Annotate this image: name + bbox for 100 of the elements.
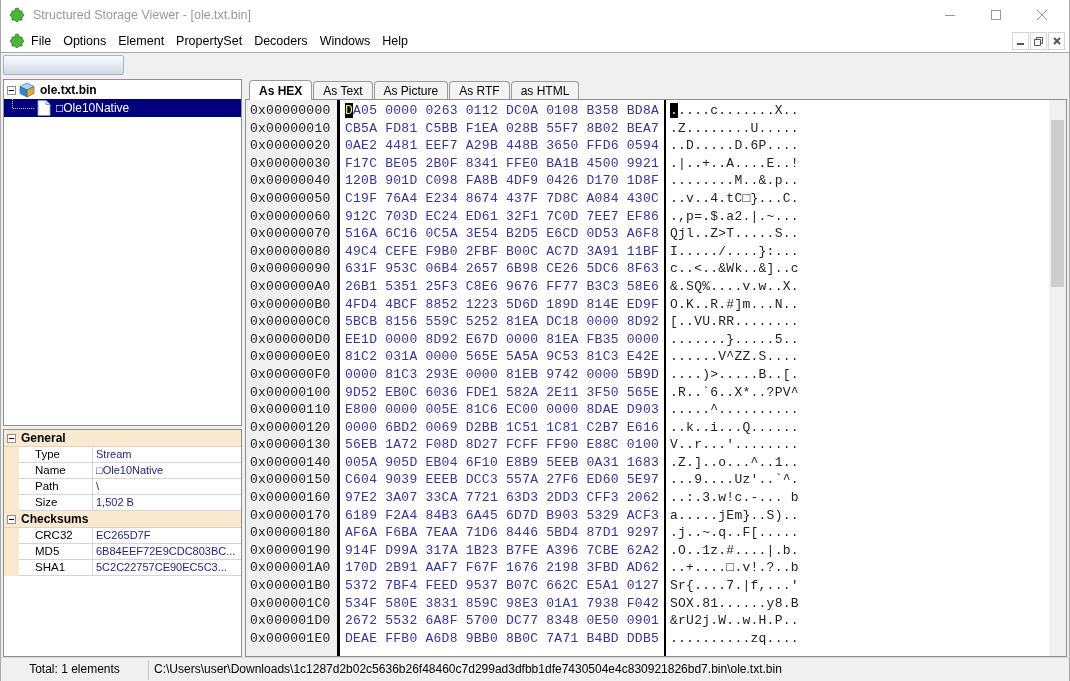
offset-label: 0x00000120 [250, 418, 331, 437]
offset-label: 0x000001A0 [250, 559, 331, 578]
ascii-text: .,p=.$.a2.|.~... [670, 207, 799, 226]
hex-bytes: 120B 901D C098 FA8B 4DF9 0426 D170 1D8F [345, 172, 659, 190]
offset-label: 0x00000080 [250, 242, 331, 261]
hex-bytes: 912C 703D EC24 ED61 32F1 7C0D 7EE7 EF86 [345, 207, 659, 226]
ascii-text: [..VU.RR........ [670, 313, 799, 331]
tab[interactable]: As Text [313, 81, 373, 99]
hex-bytes: 5BCB 8156 559C 5252 81EA DC18 0000 8D92 [345, 313, 659, 331]
ascii-text: ..........zq.... [670, 629, 799, 648]
tab[interactable]: As RTF [449, 81, 510, 99]
hex-bytes: 0AE2 4481 EEF7 A29B 448B 3650 FFD6 0594 [345, 137, 659, 155]
hex-bytes: 81C2 031A 0000 565E 5A5A 9C53 81C3 E42E [345, 348, 659, 366]
ascii-text: .|..+..A....E..! [670, 154, 799, 173]
child-restore-button[interactable] [1030, 32, 1047, 50]
menu-item[interactable]: Element [112, 31, 171, 51]
ascii-text: ..k..i...Q...... [670, 418, 799, 437]
offset-label: 0x00000060 [250, 207, 331, 226]
ascii-text: .Z........U..... [670, 119, 799, 138]
ascii-text: c..<..&Wk..&]..c [670, 260, 799, 278]
collapse-icon[interactable] [7, 514, 16, 524]
status-text: Total: 1 elements [29, 662, 120, 677]
ascii-text: ..:.3.w!c.-... b [670, 489, 799, 507]
tab[interactable]: As Picture [373, 81, 449, 99]
offset-label: 0x000000E0 [250, 348, 331, 366]
toolbar-field[interactable] [3, 55, 124, 75]
property-name: SHA1 [19, 560, 93, 576]
hex-bytes: 4FD4 4BCF 8852 1223 5D6D 189D 814E ED9F [345, 295, 659, 314]
restore-icon [1034, 36, 1043, 46]
hex-bytes: 0000 6BD2 0069 D2BB 1C51 1C81 C2B7 E616 [345, 418, 659, 437]
ascii-text: .......}.....5.. [670, 330, 799, 349]
offset-label: 0x000000C0 [250, 313, 331, 331]
offset-label: 0x00000140 [250, 453, 331, 472]
offset-label: 0x00000010 [250, 119, 331, 138]
offset-label: 0x00000090 [250, 260, 331, 278]
ascii-text: .R..`6..X*..?PV^ [670, 383, 799, 402]
hex-bytes: CB5A FD81 C5BB F1EA 028B 55F7 8B02 BEA7 [345, 119, 659, 138]
child-minimize-button[interactable] [1012, 32, 1029, 50]
hex-bytes: 26B1 5351 25F3 C8E6 9676 FF77 B3C3 58E6 [345, 277, 659, 296]
ascii-text: ........M..&.p.. [670, 172, 799, 190]
maximize-icon [991, 10, 1001, 20]
offset-label: 0x00000150 [250, 471, 331, 490]
status-path: C:\Users\user\Downloads\1c1287d2b02c5636b26f48460c7d299ad3dfbb1dfe7430504e4c830921826bd7.bin\ole.txt.bin [154, 662, 782, 677]
offset-label: 0x00000030 [250, 154, 331, 173]
offset-label: 0x000000F0 [250, 365, 331, 384]
offset-label: 0x000001C0 [250, 594, 331, 613]
connector-icon [12, 99, 34, 109]
collapse-icon[interactable] [7, 85, 16, 95]
category-header[interactable]: General [4, 430, 241, 447]
offset-label: 0x00000100 [250, 383, 331, 402]
menu-item[interactable]: Decoders [248, 31, 314, 51]
ascii-text: ......V^ZZ.S.... [670, 348, 799, 366]
ascii-text: .O..1z.#....|.b. [670, 541, 799, 560]
hex-bytes: 534F 580E 3831 859C 98E3 01A1 7938 F042 [345, 594, 659, 613]
hex-bytes: 56EB 1A72 F08D 8D27 FCFF FF90 E88C 0100 [345, 436, 659, 454]
hex-bytes: AF6A F6BA 7EAA 71D6 8446 5BD4 87D1 9297 [345, 524, 659, 542]
cube-icon [19, 82, 35, 98]
collapse-icon[interactable] [7, 433, 16, 443]
child-close-button[interactable] [1048, 32, 1065, 50]
menu-item[interactable]: Windows [313, 31, 377, 51]
hex-bytes: C19F 76A4 E234 8674 437F 7D8C A084 430C [345, 189, 659, 208]
property-value: 5C2C22757CE90EC5C3... [93, 560, 241, 576]
scrollbar-thumb[interactable] [1051, 120, 1064, 287]
ascii-text: ...9....Uz'..`^. [670, 471, 799, 490]
tree-item[interactable]: □Ole10Native [4, 99, 241, 117]
hex-bytes: 005A 905D EB04 6F10 E8B9 5EEB 0A31 1683 [345, 453, 659, 472]
hex-bytes: 0000 81C3 293E 0000 81EB 9742 0000 5B9D [345, 365, 659, 384]
hex-bytes: 5372 7BF4 FEED 9537 B07C 662C E5A1 0127 [345, 577, 659, 595]
close-icon [1052, 37, 1061, 45]
hex-bytes: 97E2 3A07 33CA 7721 63D3 2DD3 CFF3 2062 [345, 489, 659, 507]
hex-bytes: 170D 2B91 AAF7 F67F 1676 2198 3FBD AD62 [345, 559, 659, 578]
hex-bytes: 516A 6C16 0C5A 3E54 B2D5 E6CD 0D53 A6F8 [345, 225, 659, 243]
category-header[interactable]: Checksums [4, 511, 241, 528]
menu-item[interactable]: PropertySet [170, 31, 249, 51]
offset-label: 0x00000050 [250, 189, 331, 208]
ascii-text: Sr{....7.|f,...' [670, 577, 799, 595]
hex-bytes: 2672 5532 6A8F 5700 DC77 8348 0E50 0901 [345, 612, 659, 630]
offset-label: 0x00000180 [250, 524, 331, 542]
tree-item[interactable]: ole.txt.bin [4, 81, 241, 99]
hex-bytes: C604 9039 EEEB DCC3 557A 27F6 ED60 5E97 [345, 471, 659, 490]
menu-item[interactable]: File [25, 31, 58, 51]
offset-label: 0x000000D0 [250, 330, 331, 349]
ascii-text: O.K..R.#]m...N.. [670, 295, 799, 314]
minimize-icon [1017, 43, 1024, 45]
ascii-text: .....c.......X.. [670, 102, 799, 120]
hex-bytes: 631F 953C 06B4 2657 6B98 CE26 5DC6 8F63 [345, 260, 659, 278]
offset-label: 0x000000B0 [250, 295, 331, 314]
ascii-text: V..r...'........ [670, 436, 799, 454]
scrollbar[interactable] [1049, 100, 1066, 656]
menu-item[interactable]: Help [376, 31, 415, 51]
offset-label: 0x00000160 [250, 489, 331, 507]
ascii-text: ....)>.....B..[. [670, 365, 799, 384]
ascii-text: &.SQ%....v.w..X. [670, 277, 799, 296]
ascii-text: Qjl..Z>T.....S.. [670, 225, 799, 243]
menu-item[interactable]: Options [57, 31, 113, 51]
ascii-text: .....^.......... [670, 401, 799, 419]
hex-bytes: F17C BE05 2B0F 8341 FFE0 BA1B 4500 9921 [345, 154, 659, 173]
tab[interactable]: as HTML [510, 81, 580, 99]
tab[interactable]: As HEX [249, 80, 313, 100]
offset-label: 0x00000020 [250, 137, 331, 155]
